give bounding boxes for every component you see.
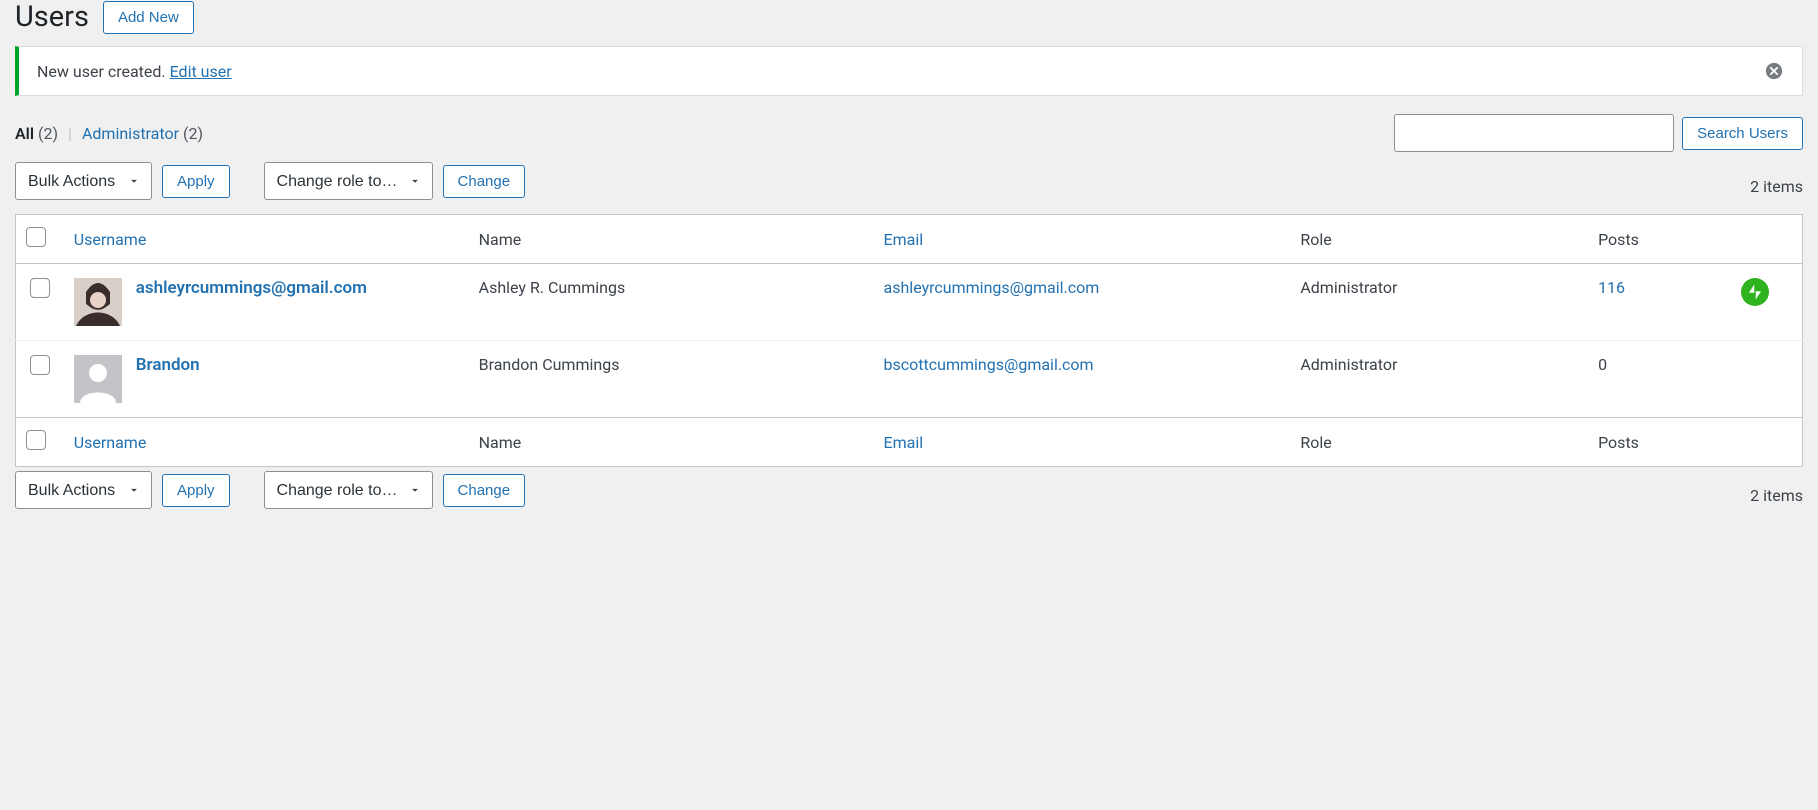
bulk-actions-select[interactable]: Bulk Actions (15, 162, 152, 200)
change-role-select[interactable]: Change role to… (264, 162, 433, 200)
col-username-foot[interactable]: Username (74, 433, 147, 452)
items-count-top: 2 items (1750, 177, 1803, 196)
filter-links: All (2) | Administrator (2) (15, 124, 203, 143)
table-row: Brandon Brandon Cummings bscottcummings@… (16, 341, 1803, 418)
avatar (74, 355, 122, 403)
notice-banner: New user created. Edit user (15, 46, 1803, 96)
add-new-button[interactable]: Add New (103, 1, 194, 34)
role-cell: Administrator (1290, 341, 1588, 418)
close-icon[interactable] (1764, 61, 1784, 81)
col-name: Name (479, 230, 522, 249)
items-count-bottom: 2 items (1750, 486, 1803, 505)
col-username[interactable]: Username (74, 230, 147, 249)
name-cell: Brandon Cummings (469, 341, 874, 418)
jetpack-icon (1741, 278, 1769, 306)
filter-all-count: (2) (38, 124, 58, 143)
apply-button-bottom[interactable]: Apply (162, 474, 230, 507)
select-all-top[interactable] (26, 227, 46, 247)
row-checkbox[interactable] (30, 355, 50, 375)
users-table: Username Name Email Role Posts ashleyrcu… (15, 214, 1803, 467)
apply-button-top[interactable]: Apply (162, 165, 230, 198)
filter-administrator[interactable]: Administrator (82, 124, 179, 143)
edit-user-link[interactable]: Edit user (170, 62, 232, 81)
filter-admin-count: (2) (183, 124, 203, 143)
col-role-foot: Role (1300, 433, 1331, 452)
change-button-top[interactable]: Change (443, 165, 526, 198)
search-input[interactable] (1394, 114, 1674, 152)
email-link[interactable]: ashleyrcummings@gmail.com (884, 278, 1100, 297)
avatar (74, 278, 122, 326)
col-email-foot[interactable]: Email (884, 433, 924, 452)
table-row: ashleyrcummings@gmail.com Ashley R. Cumm… (16, 264, 1803, 341)
col-email[interactable]: Email (884, 230, 924, 249)
posts-link[interactable]: 116 (1598, 278, 1625, 297)
search-users-button[interactable]: Search Users (1682, 117, 1803, 150)
change-role-select-bottom[interactable]: Change role to… (264, 471, 433, 509)
page-title: Users (15, 0, 89, 34)
name-cell: Ashley R. Cummings (469, 264, 874, 341)
col-posts-foot: Posts (1598, 433, 1639, 452)
username-link[interactable]: Brandon (136, 355, 200, 375)
role-cell: Administrator (1290, 264, 1588, 341)
filter-all[interactable]: All (15, 124, 34, 143)
col-role: Role (1300, 230, 1331, 249)
col-name-foot: Name (479, 433, 522, 452)
bulk-actions-select-bottom[interactable]: Bulk Actions (15, 471, 152, 509)
col-posts: Posts (1598, 230, 1639, 249)
select-all-bottom[interactable] (26, 430, 46, 450)
email-link[interactable]: bscottcummings@gmail.com (884, 355, 1094, 374)
posts-count: 0 (1598, 355, 1607, 374)
change-button-bottom[interactable]: Change (443, 474, 526, 507)
notice-message: New user created. (37, 62, 170, 81)
row-checkbox[interactable] (30, 278, 50, 298)
username-link[interactable]: ashleyrcummings@gmail.com (136, 278, 367, 298)
